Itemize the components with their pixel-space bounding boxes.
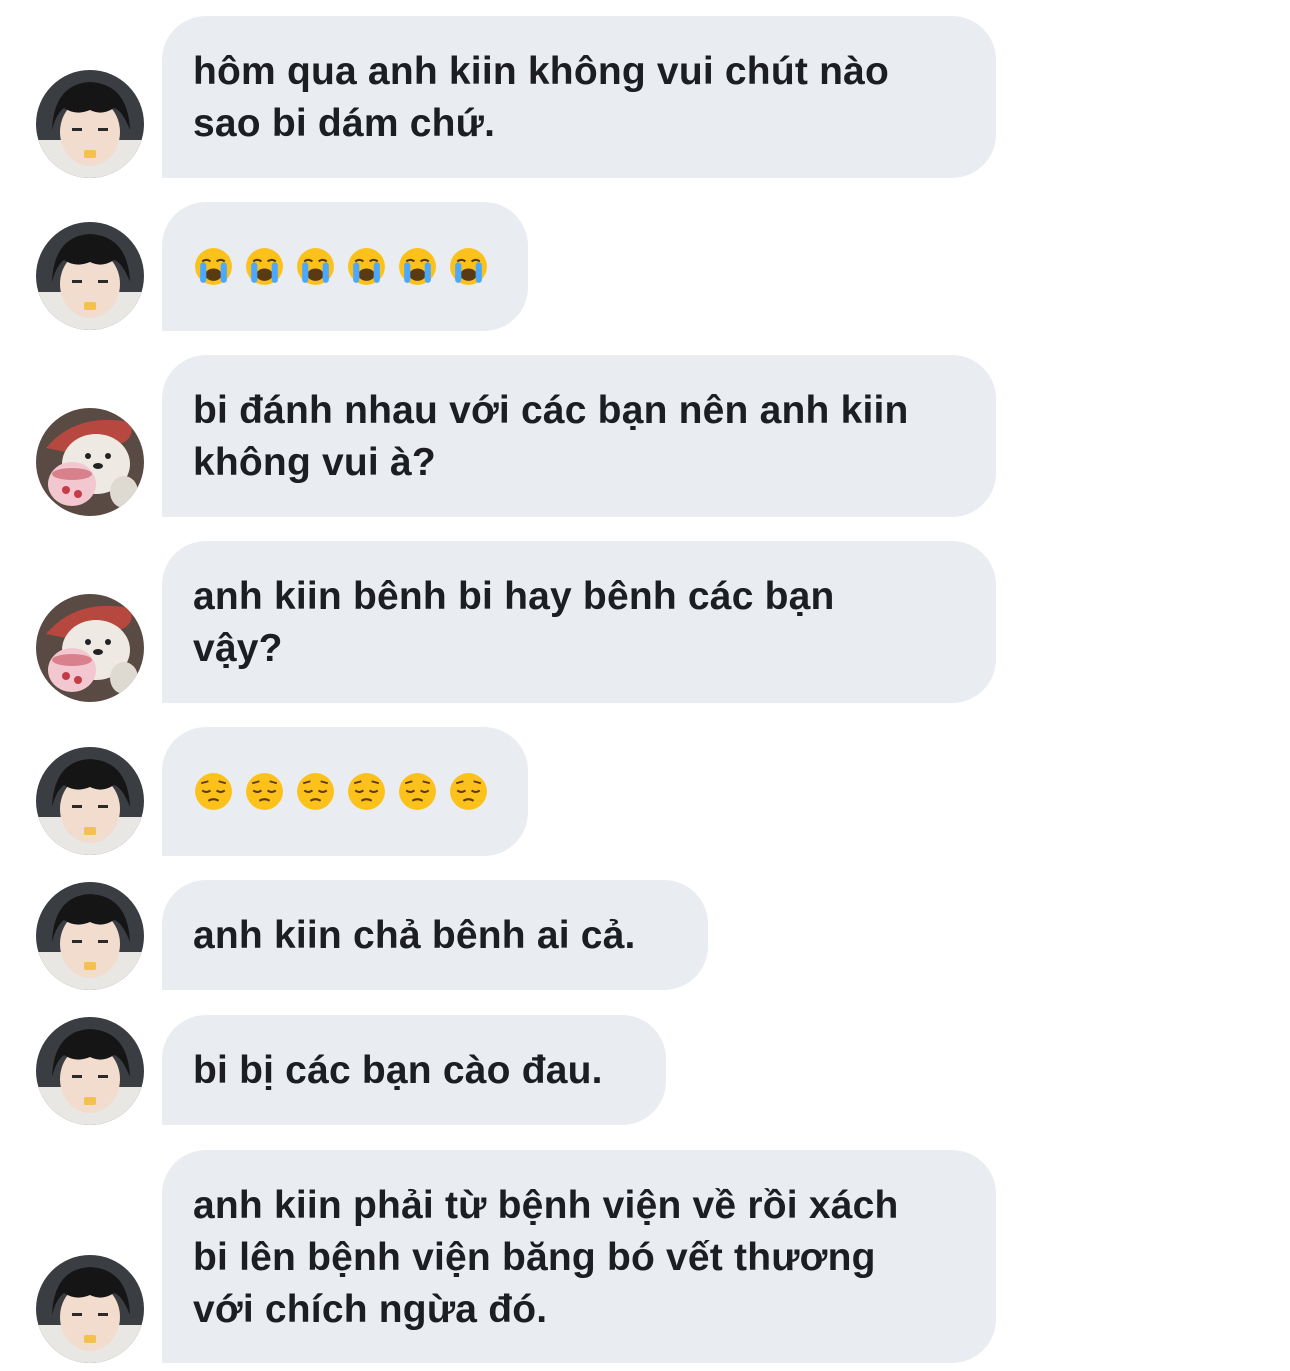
message-text-line: bi bị các bạn cào đau.: [193, 1049, 603, 1092]
message-bubble[interactable]: [162, 727, 528, 856]
message-text-line: vậy?: [193, 627, 283, 670]
message-thread: hôm qua anh kiin không vui chút nào sao …: [0, 0, 1290, 1371]
loudly-crying-face-icon: [448, 246, 489, 287]
avatar-kiin[interactable]: [36, 1255, 144, 1363]
avatar-kiin[interactable]: [36, 222, 144, 330]
message-bubble[interactable]: bi đánh nhau với các bạn nên anh kiin kh…: [162, 355, 996, 517]
avatar-kiin[interactable]: [36, 747, 144, 855]
message-text-line: không vui à?: [193, 441, 436, 484]
message-text-line: hôm qua anh kiin không vui chút nào: [193, 50, 890, 93]
avatar-kiin[interactable]: [36, 1017, 144, 1125]
avatar-bi[interactable]: [36, 408, 144, 516]
avatar-kiin[interactable]: [36, 70, 144, 178]
loudly-crying-face-icon: [244, 246, 285, 287]
message-bubble[interactable]: anh kiin chả bênh ai cả.: [162, 880, 708, 990]
message-bubble[interactable]: anh kiin bênh bi hay bênh các bạn vậy?: [162, 541, 996, 703]
loudly-crying-face-icon: [295, 246, 336, 287]
message-bubble[interactable]: bi bị các bạn cào đau.: [162, 1015, 666, 1125]
pensive-face-icon: [397, 771, 438, 812]
pensive-face-icon: [193, 771, 234, 812]
message-text-line: với chích ngừa đó.: [193, 1288, 548, 1331]
message-bubble[interactable]: [162, 202, 528, 331]
message-bubble[interactable]: hôm qua anh kiin không vui chút nào sao …: [162, 16, 996, 178]
loudly-crying-face-icon: [193, 246, 234, 287]
pensive-face-icon: [244, 771, 285, 812]
message-text-line: anh kiin phải từ bệnh viện về rồi xách: [193, 1184, 899, 1227]
loudly-crying-face-icon: [346, 246, 387, 287]
message-text-line: bi đánh nhau với các bạn nên anh kiin: [193, 389, 909, 432]
message-text-line: anh kiin chả bênh ai cả.: [193, 914, 636, 957]
loudly-crying-face-icon: [397, 246, 438, 287]
message-text-line: anh kiin bênh bi hay bênh các bạn: [193, 575, 835, 618]
avatar-bi[interactable]: [36, 594, 144, 702]
pensive-face-icon: [346, 771, 387, 812]
message-bubble[interactable]: anh kiin phải từ bệnh viện về rồi xách b…: [162, 1150, 996, 1363]
message-text-line: bi lên bệnh viện băng bó vết thương: [193, 1236, 876, 1279]
pensive-face-icon: [448, 771, 489, 812]
message-text-line: sao bi dám chứ.: [193, 102, 496, 145]
avatar-kiin[interactable]: [36, 882, 144, 990]
pensive-face-icon: [295, 771, 336, 812]
